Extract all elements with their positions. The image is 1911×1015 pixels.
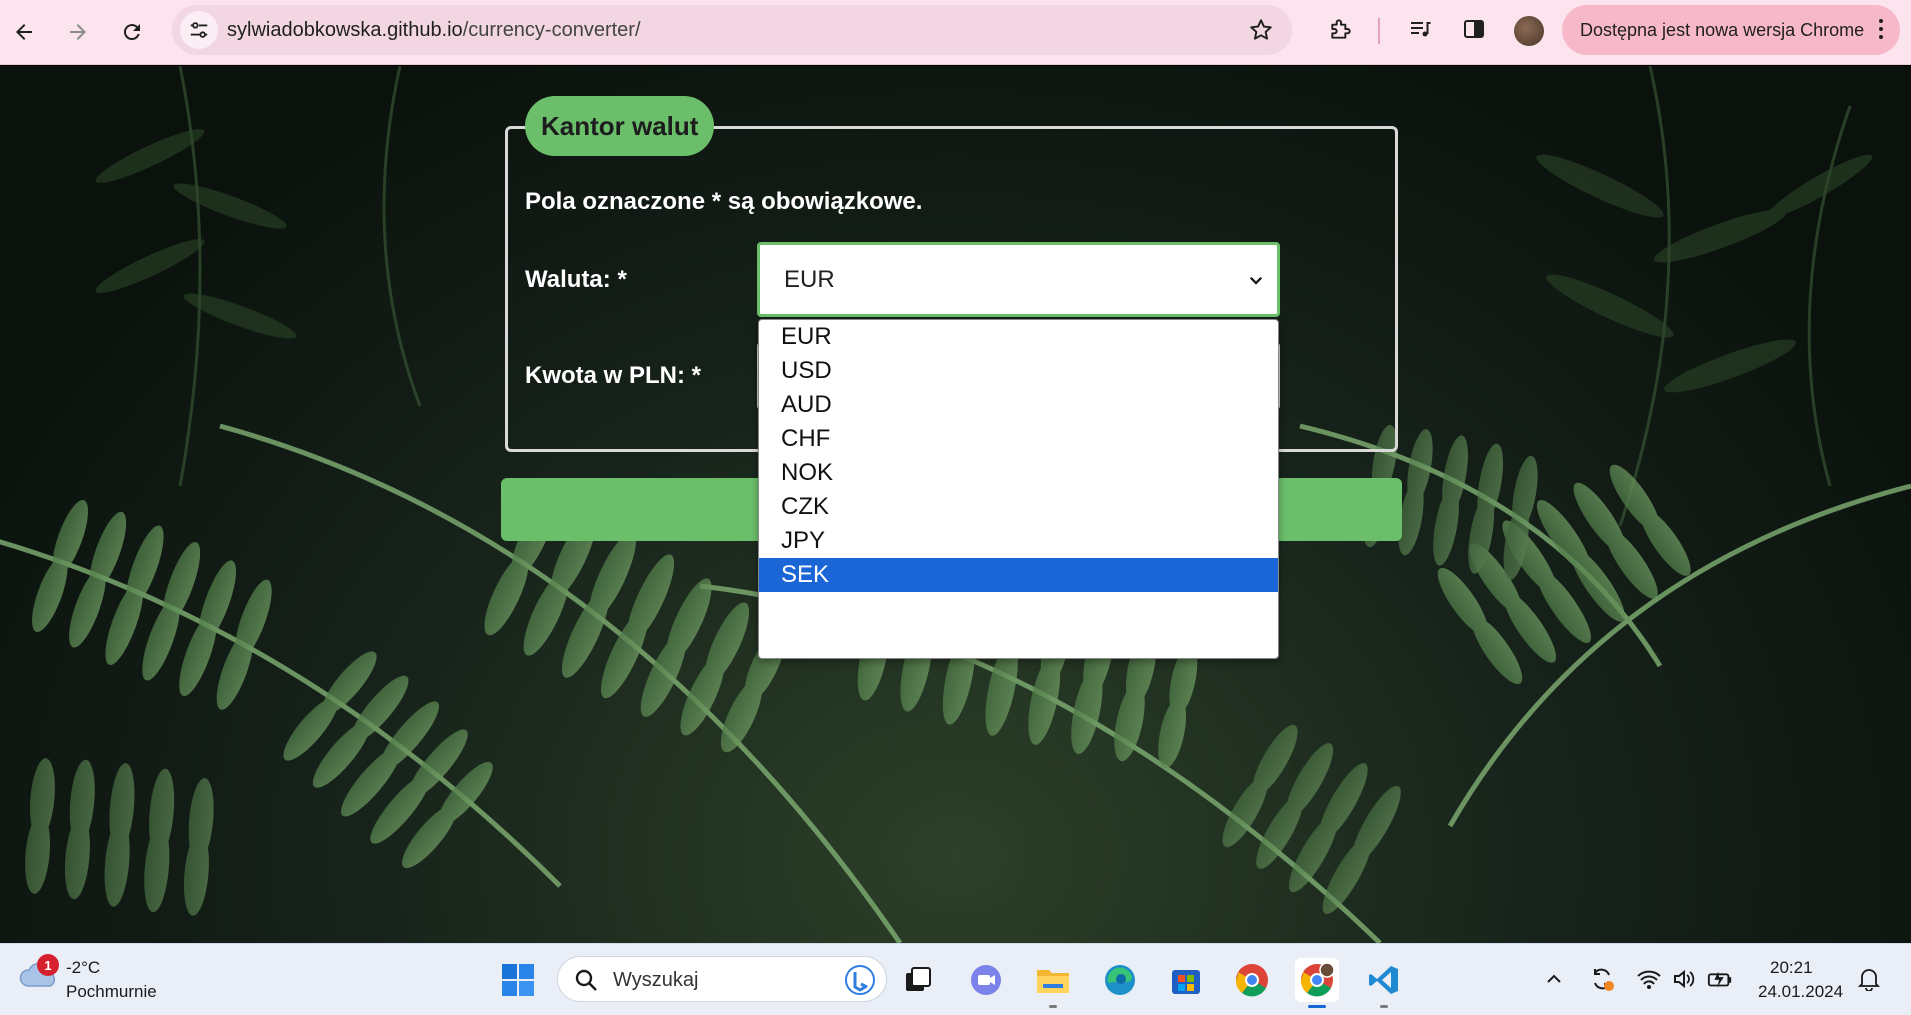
- show-hidden-icons-button[interactable]: [1541, 966, 1567, 992]
- taskbar-search[interactable]: Wyszukaj: [557, 956, 887, 1002]
- media-queue-icon: [1411, 22, 1431, 37]
- teams-icon: [971, 965, 1001, 995]
- currency-option[interactable]: EUR: [759, 320, 1278, 354]
- reload-icon: [123, 24, 140, 41]
- chevron-down-icon: [1249, 276, 1263, 285]
- side-panel-button[interactable]: [1459, 14, 1489, 44]
- chevron-up-icon: [1547, 974, 1561, 983]
- url-text[interactable]: sylwiadobkowska.github.io/currency-conve…: [227, 19, 641, 42]
- vscode-button[interactable]: [1362, 958, 1406, 1008]
- reading-list-button[interactable]: [1405, 14, 1435, 44]
- weather-description: Pochmurnie: [66, 982, 157, 1001]
- running-indicator: [1380, 1005, 1388, 1008]
- currency-dropdown-list: EUR USD AUD CHF NOK CZK JPY SEK: [758, 319, 1279, 659]
- kebab-menu-icon[interactable]: [1878, 19, 1884, 41]
- arrow-right-icon: [70, 24, 86, 40]
- url-host: sylwiadobkowska.github.io: [227, 19, 463, 41]
- address-bar[interactable]: sylwiadobkowska.github.io/currency-conve…: [172, 5, 1292, 55]
- clock-date: 24.01.2024: [1758, 982, 1844, 1001]
- windows-start-button[interactable]: [496, 958, 540, 1002]
- battery-button[interactable]: [1707, 966, 1733, 992]
- windows-taskbar: 1 -2°C Pochmurnie Wyszukaj 20:21 24.01.2…: [0, 943, 1911, 1015]
- update-label: Dostępna jest nowa wersja Chrome: [1580, 19, 1865, 40]
- edge-icon: [1105, 965, 1135, 995]
- file-explorer-button[interactable]: [1031, 958, 1075, 1008]
- currency-option-highlighted[interactable]: SEK: [759, 558, 1278, 592]
- amount-label: Kwota w PLN: *: [525, 362, 702, 389]
- currency-option[interactable]: AUD: [759, 388, 1278, 422]
- chrome-update-button[interactable]: Dostępna jest nowa wersja Chrome: [1562, 5, 1900, 55]
- extensions-button[interactable]: [1326, 14, 1356, 44]
- back-button[interactable]: [4, 12, 44, 52]
- required-fields-note: Pola oznaczone * są obowiązkowe.: [525, 188, 923, 215]
- weather-alert-badge: 1: [37, 954, 59, 976]
- sync-icon: [1594, 968, 1614, 991]
- tune-icon: [190, 22, 208, 38]
- currency-select[interactable]: EUR: [757, 242, 1280, 317]
- battery-charging-icon: [1707, 971, 1732, 988]
- chrome-button[interactable]: [1230, 958, 1274, 1002]
- toolbar-divider: [1378, 18, 1380, 44]
- forward-button[interactable]: [58, 12, 98, 52]
- task-view-button[interactable]: [896, 958, 940, 1002]
- reload-button[interactable]: [112, 12, 152, 52]
- url-path: /currency-converter/: [462, 19, 641, 41]
- bookmark-star-icon[interactable]: [1248, 17, 1274, 43]
- chrome-profile-button[interactable]: [1295, 958, 1339, 1008]
- chrome-icon: [1235, 964, 1268, 997]
- teams-button[interactable]: [964, 958, 1008, 1002]
- wifi-button[interactable]: [1636, 966, 1662, 992]
- puzzle-icon: [1331, 19, 1351, 39]
- chrome-profile-icon: [1300, 962, 1335, 997]
- volume-button[interactable]: [1671, 966, 1697, 992]
- file-explorer-icon: [1037, 970, 1069, 993]
- page-background: Kantor walut Pola oznaczone * są obowiąz…: [0, 66, 1911, 943]
- store-icon: [1172, 970, 1200, 994]
- store-button[interactable]: [1164, 958, 1208, 1002]
- side-panel-icon: [1464, 20, 1484, 38]
- wifi-icon: [1637, 970, 1661, 989]
- currency-option[interactable]: NOK: [759, 456, 1278, 490]
- vscode-icon: [1369, 966, 1398, 994]
- windows-start-icon: [502, 964, 534, 996]
- speaker-icon: [1674, 969, 1695, 989]
- running-indicator: [1049, 1005, 1057, 1008]
- currency-option[interactable]: CZK: [759, 490, 1278, 524]
- search-placeholder: Wyszukaj: [613, 969, 699, 991]
- task-view-icon: [906, 967, 931, 991]
- currency-option[interactable]: USD: [759, 354, 1278, 388]
- currency-option[interactable]: JPY: [759, 524, 1278, 558]
- site-info-button[interactable]: [180, 11, 218, 49]
- edge-button[interactable]: [1098, 958, 1142, 1002]
- active-indicator: [1308, 1005, 1326, 1008]
- arrow-left-icon: [16, 24, 32, 40]
- form-legend: Kantor walut: [525, 96, 715, 156]
- profile-avatar[interactable]: [1514, 16, 1544, 46]
- notifications-button[interactable]: [1856, 966, 1882, 992]
- currency-select-value: EUR: [784, 265, 835, 293]
- currency-label: Waluta: *: [525, 266, 627, 293]
- search-icon: [575, 969, 597, 991]
- sync-tray-button[interactable]: [1589, 966, 1615, 992]
- bing-icon[interactable]: [844, 964, 876, 996]
- clock-time: 20:21: [1770, 958, 1813, 977]
- bell-icon: [1858, 969, 1880, 991]
- currency-option[interactable]: CHF: [759, 422, 1278, 456]
- weather-temperature: -2°C: [66, 958, 101, 977]
- browser-toolbar: sylwiadobkowska.github.io/currency-conve…: [0, 0, 1911, 65]
